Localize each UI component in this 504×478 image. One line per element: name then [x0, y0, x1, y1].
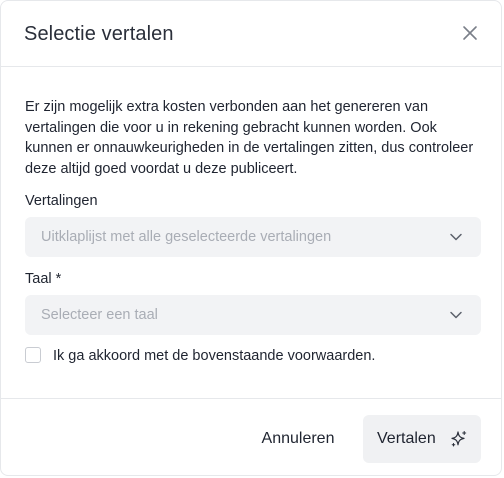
cancel-button[interactable]: Annuleren [247, 415, 349, 463]
translate-button[interactable]: Vertalen [363, 415, 481, 463]
dialog-footer: Annuleren Vertalen [1, 398, 501, 477]
chevron-down-icon [450, 233, 462, 241]
translations-select-placeholder: Uitklaplijst met alle geselecteerde vert… [41, 229, 332, 245]
language-label: Taal * [25, 271, 62, 287]
agreement-label[interactable]: Ik ga akkoord met de bovenstaande voorwa… [53, 347, 375, 365]
dialog-body: Er zijn mogelijk extra kosten verbonden … [25, 97, 481, 179]
language-select[interactable]: Selecteer een taal [25, 295, 481, 335]
dialog-description: Er zijn mogelijk extra kosten verbonden … [25, 99, 474, 177]
translations-select[interactable]: Uitklaplijst met alle geselecteerde vert… [25, 217, 481, 257]
close-icon [463, 26, 477, 40]
translate-selection-dialog: Selectie vertalen Er zijn mogelijk extra… [0, 0, 502, 476]
agreement-checkbox[interactable] [25, 347, 41, 363]
sparkle-icon [451, 430, 467, 447]
translations-label: Vertalingen [25, 193, 98, 209]
language-select-placeholder: Selecteer een taal [41, 307, 158, 323]
dialog-title: Selectie vertalen [24, 23, 174, 45]
close-button[interactable] [461, 24, 479, 42]
translate-button-label: Vertalen [377, 430, 436, 447]
dialog-header: Selectie vertalen [1, 1, 501, 67]
chevron-down-icon [450, 311, 462, 319]
